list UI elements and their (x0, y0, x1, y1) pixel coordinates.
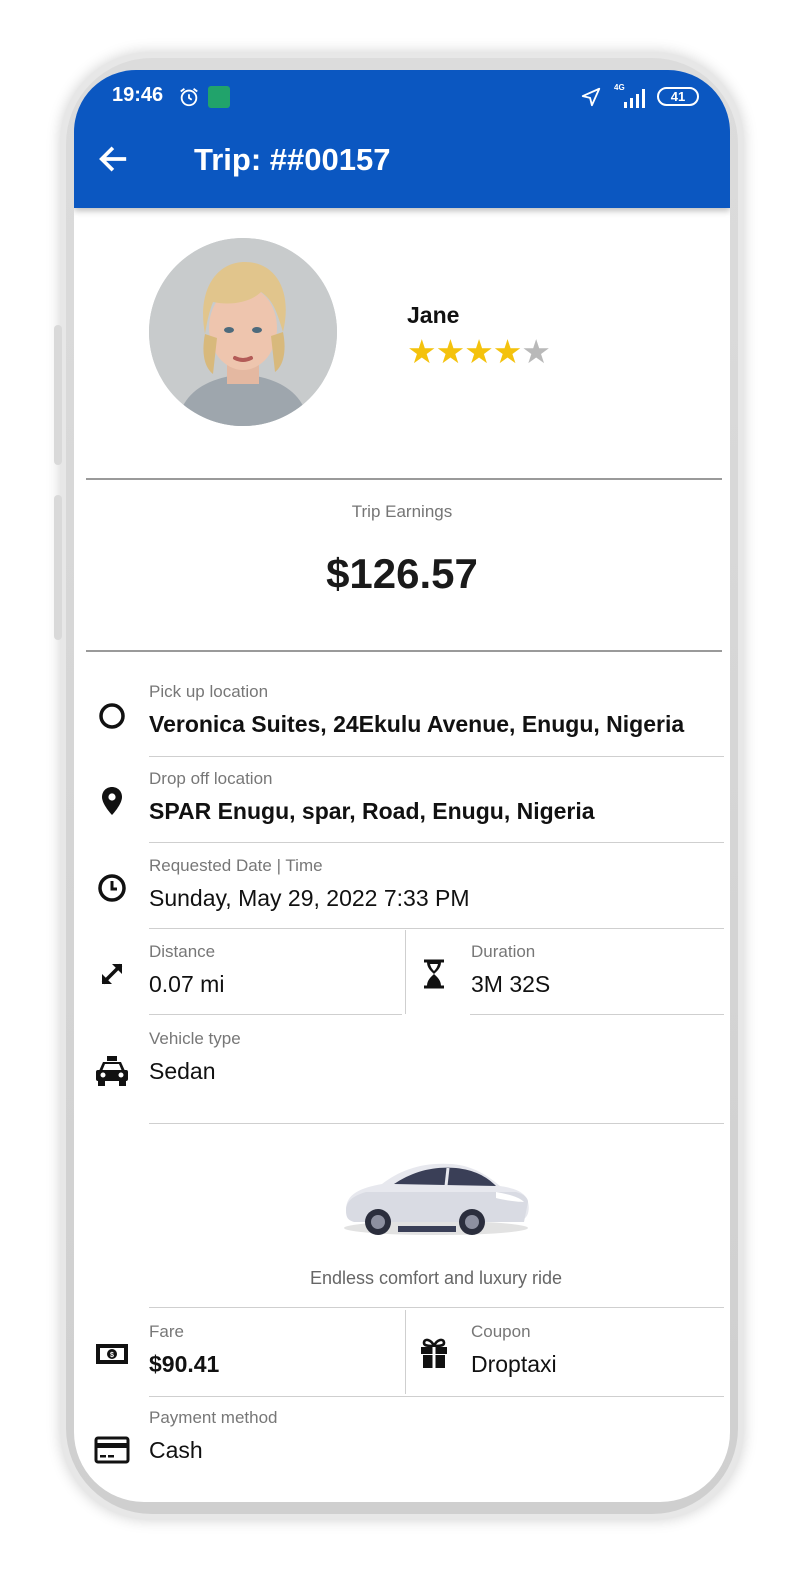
star-filled-icon: ★ (464, 333, 494, 370)
duration-value: 3M 32S (471, 971, 551, 997)
divider (86, 478, 722, 480)
divider (149, 928, 724, 929)
signal-icon: 4G (612, 83, 648, 108)
driver-rating: ★★★★★ (407, 333, 551, 370)
fare-label: Fare (149, 1322, 184, 1341)
distance-label: Distance (149, 942, 216, 961)
alarm-icon (180, 88, 198, 107)
pickup-value: Veronica Suites, 24Ekulu Avenue, Enugu, … (149, 711, 685, 737)
navigation-icon (581, 87, 601, 107)
expand-arrows-icon (101, 963, 123, 985)
back-arrow-icon[interactable] (96, 142, 130, 176)
earnings-label: Trip Earnings (351, 502, 453, 521)
cash-icon: $ (96, 1344, 128, 1364)
payment-value: Cash (149, 1437, 203, 1463)
divider (149, 1307, 724, 1308)
phone-volume-button (54, 325, 62, 465)
status-bar: 19:46 4G 41 (74, 82, 730, 112)
credit-card-icon (94, 1436, 130, 1464)
status-time: 19:46 (112, 84, 164, 106)
app-screen: 19:46 4G 41 Trip: ##00157 Jane ★★★★★ Tri… (74, 70, 730, 1502)
phone-power-button (54, 495, 62, 640)
coupon-label: Coupon (471, 1322, 531, 1341)
divider (149, 1014, 402, 1015)
android-debug-icon (208, 86, 230, 108)
star-filled-icon: ★ (435, 333, 466, 370)
vehicle-tagline: Endless comfort and luxury ride (309, 1268, 563, 1288)
app-bar: 19:46 4G 41 Trip: ##00157 (74, 70, 730, 208)
requested-label: Requested Date | Time (149, 856, 323, 875)
svg-text:$: $ (110, 1352, 114, 1359)
distance-value: 0.07 mi (149, 971, 225, 997)
sedan-car-image (344, 1163, 529, 1235)
divider (86, 650, 722, 652)
location-pin-icon (102, 787, 122, 815)
duration-label: Duration (471, 942, 536, 961)
clock-icon (98, 874, 126, 902)
divider (149, 1396, 724, 1397)
dropoff-value: SPAR Enugu, spar, Road, Enugu, Nigeria (149, 798, 595, 824)
gift-icon (421, 1338, 447, 1368)
taxi-icon (96, 1056, 128, 1086)
star-filled-icon: ★ (407, 333, 437, 370)
divider (149, 756, 724, 757)
divider (149, 1123, 724, 1124)
earnings-value: $126.57 (326, 550, 478, 597)
star-filled-icon: ★ (492, 333, 523, 370)
page-title: Trip: ##00157 (194, 142, 391, 177)
payment-label: Payment method (149, 1408, 278, 1427)
fare-value: $90.41 (149, 1351, 220, 1377)
requested-value: Sunday, May 29, 2022 7:33 PM (149, 885, 470, 911)
star-empty-icon: ★ (521, 333, 551, 370)
divider (470, 1014, 724, 1015)
dropoff-label: Drop off location (149, 769, 273, 788)
coupon-value: Droptaxi (471, 1351, 557, 1377)
driver-avatar (149, 238, 337, 426)
pickup-circle-icon (99, 703, 125, 729)
divider (405, 930, 406, 1014)
battery-icon: 41 (657, 87, 699, 106)
divider (149, 842, 724, 843)
vehicle-label: Vehicle type (149, 1029, 241, 1048)
pickup-label: Pick up location (149, 682, 269, 701)
driver-name: Jane (407, 302, 460, 328)
divider (405, 1310, 406, 1394)
vehicle-value: Sedan (149, 1058, 216, 1084)
hourglass-icon (424, 959, 444, 989)
